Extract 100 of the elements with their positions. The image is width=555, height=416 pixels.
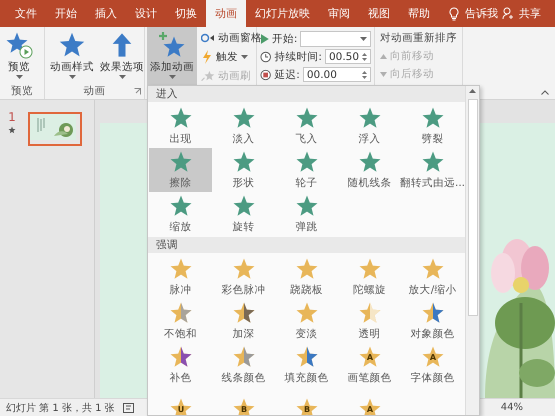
animation-option[interactable]: 缩放 bbox=[149, 192, 212, 236]
clock-icon bbox=[260, 50, 272, 62]
star-icon: A bbox=[358, 397, 382, 415]
star-icon bbox=[168, 257, 192, 281]
star-icon bbox=[294, 345, 318, 369]
animation-option[interactable]: 形状 bbox=[212, 148, 275, 192]
star-icon bbox=[358, 257, 382, 281]
animation-styles-button[interactable]: 动画样式 bbox=[48, 29, 96, 83]
play-icon bbox=[260, 34, 269, 44]
effect-options-button[interactable]: 效果选项 bbox=[98, 29, 146, 83]
star-icon bbox=[168, 106, 192, 130]
star-icon bbox=[420, 257, 444, 281]
triangle-down-icon bbox=[380, 72, 387, 76]
slide-thumbnail[interactable] bbox=[28, 112, 82, 146]
tell-me-button[interactable]: 告诉我 bbox=[465, 6, 498, 21]
delay-label: 延迟: bbox=[274, 68, 300, 82]
animation-option[interactable]: 弹跳 bbox=[275, 192, 338, 236]
animation-option[interactable]: 加深 bbox=[212, 299, 275, 343]
animation-option[interactable]: 放大/缩小 bbox=[401, 255, 464, 299]
star-icon bbox=[232, 345, 256, 369]
lightbulb-icon bbox=[449, 6, 459, 20]
animation-option[interactable]: 线条颜色 bbox=[212, 343, 275, 387]
preview-button[interactable]: 预览 bbox=[3, 29, 35, 83]
animation-option[interactable]: 出现 bbox=[149, 104, 212, 148]
animation-option[interactable]: B bbox=[275, 387, 338, 415]
section-header: 强调 bbox=[148, 237, 465, 253]
ribbon-tab[interactable]: 切换 bbox=[166, 0, 206, 27]
animation-option[interactable]: 脉冲 bbox=[149, 255, 212, 299]
section-header: 进入 bbox=[148, 86, 465, 102]
ribbon-tab[interactable]: 帮助 bbox=[399, 0, 439, 27]
star-icon bbox=[58, 31, 86, 59]
animation-option[interactable]: 填充颜色 bbox=[275, 343, 338, 387]
animation-option[interactable]: A 字体颜色 bbox=[401, 343, 464, 387]
animation-option[interactable]: 浮入 bbox=[338, 104, 401, 148]
animation-option[interactable]: B bbox=[212, 387, 275, 415]
animation-option[interactable]: A bbox=[338, 387, 401, 415]
star-icon: A bbox=[420, 345, 444, 369]
ribbon-tab[interactable]: 插入 bbox=[86, 0, 126, 27]
duration-field[interactable]: 00.50 bbox=[324, 49, 371, 64]
animation-option[interactable]: 随机线条 bbox=[338, 148, 401, 192]
ribbon-small-button[interactable]: 触发 bbox=[199, 48, 264, 66]
animation-option[interactable]: 对象颜色 bbox=[401, 299, 464, 343]
caret-icon bbox=[16, 75, 22, 79]
star-icon bbox=[168, 150, 192, 174]
person-add-icon bbox=[502, 7, 515, 20]
animation-option[interactable]: 不饱和 bbox=[149, 299, 212, 343]
animation-option[interactable]: 补色 bbox=[149, 343, 212, 387]
animation-option[interactable]: 劈裂 bbox=[401, 104, 464, 148]
star-icon bbox=[294, 257, 318, 281]
animation-option[interactable]: 旋转 bbox=[212, 192, 275, 236]
animation-option[interactable]: U bbox=[149, 387, 212, 415]
star-icon bbox=[168, 345, 192, 369]
star-icon bbox=[358, 301, 382, 325]
star-icon bbox=[294, 150, 318, 174]
caret-icon bbox=[118, 75, 126, 79]
star-icon bbox=[232, 106, 256, 130]
animation-option[interactable]: 擦除 bbox=[149, 148, 212, 192]
delay-field[interactable]: 00.00 bbox=[302, 67, 371, 82]
scroll-up-icon[interactable] bbox=[469, 89, 476, 93]
animation-option[interactable]: 透明 bbox=[338, 299, 401, 343]
caret-icon bbox=[241, 55, 248, 59]
star-icon bbox=[232, 301, 256, 325]
notes-icon[interactable] bbox=[122, 402, 134, 412]
start-label: 开始: bbox=[272, 32, 298, 46]
share-button[interactable]: 共享 bbox=[519, 6, 541, 21]
dialog-launcher-icon[interactable] bbox=[134, 88, 141, 95]
ribbon-tab[interactable]: 开始 bbox=[46, 0, 86, 27]
animation-option[interactable]: 跷跷板 bbox=[275, 255, 338, 299]
duration-label: 持续时间: bbox=[274, 50, 322, 64]
ribbon-tab[interactable]: 视图 bbox=[359, 0, 399, 27]
animation-option[interactable]: A 画笔颜色 bbox=[338, 343, 401, 387]
star-icon bbox=[8, 126, 16, 134]
zoom-level[interactable]: 44% bbox=[500, 402, 523, 413]
slide-number: 1 bbox=[8, 110, 16, 124]
triangle-up-icon bbox=[380, 54, 387, 58]
star-icon: U bbox=[168, 397, 192, 415]
ribbon-tab[interactable]: 幻灯片放映 bbox=[246, 0, 319, 27]
animation-option[interactable]: 轮子 bbox=[275, 148, 338, 192]
ribbon-tab[interactable]: 文件 bbox=[6, 0, 46, 27]
star-icon bbox=[420, 301, 444, 325]
animation-option[interactable]: 淡入 bbox=[212, 104, 275, 148]
scrollbar-thumb[interactable] bbox=[468, 99, 478, 316]
ribbon-tab[interactable]: 设计 bbox=[126, 0, 166, 27]
animation-option[interactable]: 翻转式由远... bbox=[401, 148, 464, 192]
ribbon-tab[interactable]: 动画 bbox=[206, 0, 246, 27]
star-icon bbox=[232, 257, 256, 281]
animation-option[interactable]: 变淡 bbox=[275, 299, 338, 343]
start-dropdown[interactable] bbox=[300, 30, 371, 46]
spinner-icon bbox=[362, 70, 367, 80]
group-label: 动画 bbox=[84, 84, 106, 98]
animation-option[interactable]: 彩色脉冲 bbox=[212, 255, 275, 299]
animation-option[interactable]: 飞入 bbox=[275, 104, 338, 148]
animation-pane-icon bbox=[201, 32, 215, 44]
ribbon-tab[interactable]: 审阅 bbox=[319, 0, 359, 27]
add-animation-button[interactable]: 添加动画 bbox=[147, 27, 197, 85]
star-icon bbox=[358, 106, 382, 130]
delay-clock-icon bbox=[260, 68, 272, 80]
animation-option[interactable]: 陀螺旋 bbox=[338, 255, 401, 299]
collapse-ribbon-icon[interactable] bbox=[541, 90, 549, 95]
ribbon-small-button[interactable]: 动画窗格 bbox=[199, 29, 264, 47]
